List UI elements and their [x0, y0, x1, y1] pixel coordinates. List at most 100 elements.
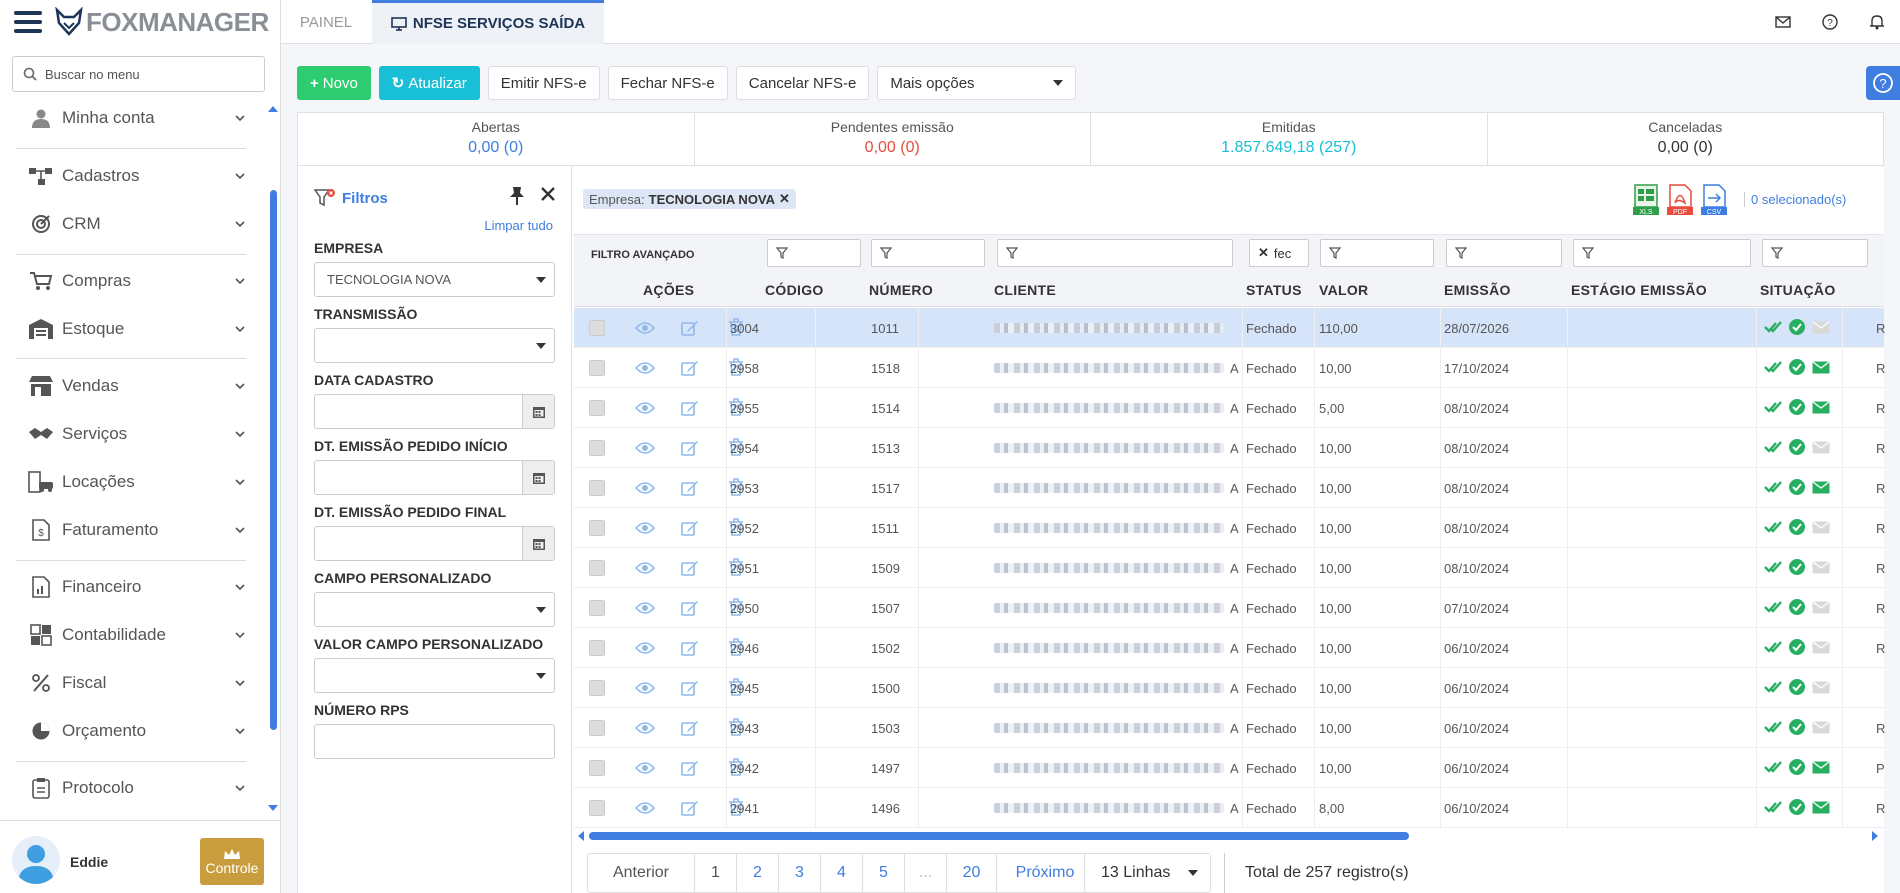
- row-checkbox[interactable]: [589, 760, 605, 776]
- view-icon[interactable]: [634, 481, 656, 498]
- pin-icon[interactable]: [508, 186, 526, 206]
- check-circle-icon[interactable]: [1788, 758, 1806, 779]
- export-pdf-icon[interactable]: PDF: [1666, 184, 1694, 216]
- page-4[interactable]: 4: [821, 854, 863, 892]
- check-circle-icon[interactable]: [1788, 438, 1806, 459]
- email-status-icon[interactable]: [1812, 320, 1830, 337]
- email-status-icon[interactable]: [1812, 480, 1830, 497]
- view-icon[interactable]: [634, 801, 656, 818]
- email-status-icon[interactable]: [1812, 520, 1830, 537]
- table-row[interactable]: 2946 1502 A Fechado 10,00 06/10/2024 R: [574, 628, 1885, 668]
- email-status-icon[interactable]: [1812, 640, 1830, 657]
- filter-emissao[interactable]: [1446, 239, 1562, 267]
- empresa-select[interactable]: TECNOLOGIA NOVA: [314, 262, 555, 297]
- tab-nfse-servicos-saida[interactable]: NFSE SERVIÇOS SAÍDA: [372, 0, 604, 44]
- check-circle-icon[interactable]: [1788, 398, 1806, 419]
- check-circle-icon[interactable]: [1788, 678, 1806, 699]
- clear-filter-icon[interactable]: ✕: [1258, 245, 1269, 261]
- view-icon[interactable]: [634, 361, 656, 378]
- scroll-left-arrow-icon[interactable]: [578, 831, 584, 841]
- table-row[interactable]: 2943 1503 A Fechado 10,00 06/10/2024 R: [574, 708, 1885, 748]
- double-check-icon[interactable]: [1764, 720, 1782, 737]
- menu-search-input[interactable]: [45, 66, 245, 82]
- check-circle-icon[interactable]: [1788, 358, 1806, 379]
- check-circle-icon[interactable]: [1788, 718, 1806, 739]
- table-row[interactable]: 2950 1507 A Fechado 10,00 07/10/2024 R: [574, 588, 1885, 628]
- filter-cliente[interactable]: [997, 239, 1233, 267]
- view-icon[interactable]: [634, 641, 656, 658]
- double-check-icon[interactable]: [1764, 760, 1782, 777]
- double-check-icon[interactable]: [1764, 360, 1782, 377]
- view-icon[interactable]: [634, 601, 656, 618]
- table-row[interactable]: 2942 1497 A Fechado 10,00 06/10/2024 P: [574, 748, 1885, 788]
- rows-per-page-select[interactable]: 13 Linhas: [1084, 853, 1211, 893]
- double-check-icon[interactable]: [1764, 560, 1782, 577]
- horizontal-scroll-thumb[interactable]: [589, 832, 1409, 840]
- view-icon[interactable]: [634, 761, 656, 778]
- help-circle-icon[interactable]: ?: [1806, 14, 1853, 30]
- pagination-next[interactable]: Próximo: [997, 854, 1093, 892]
- header-estagio-emissao[interactable]: ESTÁGIO EMISSÃO: [1571, 282, 1707, 298]
- atualizar-button[interactable]: ↻ Atualizar: [378, 66, 480, 100]
- header-codigo[interactable]: CÓDIGO: [765, 282, 824, 298]
- export-xls-icon[interactable]: XLS: [1632, 184, 1660, 216]
- double-check-icon[interactable]: [1764, 680, 1782, 697]
- row-checkbox[interactable]: [589, 720, 605, 736]
- edit-icon[interactable]: [681, 639, 699, 660]
- row-checkbox[interactable]: [589, 640, 605, 656]
- page-20[interactable]: 20: [947, 854, 997, 892]
- email-status-icon[interactable]: [1812, 440, 1830, 457]
- check-circle-icon[interactable]: [1788, 638, 1806, 659]
- table-row[interactable]: 2954 1513 A Fechado 10,00 08/10/2024 R: [574, 428, 1885, 468]
- filter-numero[interactable]: [871, 239, 985, 267]
- menu-search[interactable]: [12, 56, 265, 92]
- header-emissao[interactable]: EMISSÃO: [1444, 282, 1511, 298]
- sidebar-item-estoque[interactable]: Estoque: [28, 314, 246, 344]
- sidebar-scroll-thumb[interactable]: [270, 190, 277, 730]
- edit-icon[interactable]: [681, 799, 699, 820]
- header-cliente[interactable]: CLIENTE: [994, 282, 1056, 298]
- check-circle-icon[interactable]: [1788, 318, 1806, 339]
- sidebar-item-minha-conta[interactable]: Minha conta: [28, 103, 246, 133]
- pagination-prev[interactable]: Anterior: [588, 854, 695, 892]
- fechar-nfse-button[interactable]: Fechar NFS-e: [607, 66, 728, 100]
- filter-status[interactable]: ✕ fec: [1249, 239, 1309, 267]
- calendar-icon[interactable]: [522, 461, 554, 494]
- hamburger-menu-icon[interactable]: [14, 11, 42, 33]
- view-icon[interactable]: [634, 321, 656, 338]
- summary-abertas[interactable]: Abertas 0,00 (0): [298, 113, 695, 165]
- novo-button[interactable]: + Novo: [297, 66, 371, 100]
- table-row[interactable]: 2952 1511 A Fechado 10,00 08/10/2024 R: [574, 508, 1885, 548]
- edit-icon[interactable]: [681, 359, 699, 380]
- email-status-icon[interactable]: [1812, 600, 1830, 617]
- mais-opcoes-select[interactable]: Mais opções: [877, 66, 1077, 100]
- double-check-icon[interactable]: [1764, 640, 1782, 657]
- controle-button[interactable]: Controle: [200, 838, 264, 885]
- check-circle-icon[interactable]: [1788, 798, 1806, 819]
- row-checkbox[interactable]: [589, 680, 605, 696]
- header-valor[interactable]: VALOR: [1319, 282, 1368, 298]
- view-icon[interactable]: [634, 441, 656, 458]
- help-button[interactable]: ?: [1866, 66, 1900, 100]
- edit-icon[interactable]: [681, 599, 699, 620]
- page-2[interactable]: 2: [737, 854, 779, 892]
- table-row[interactable]: 2953 1517 A Fechado 10,00 08/10/2024 R: [574, 468, 1885, 508]
- filter-codigo[interactable]: [767, 239, 861, 267]
- sidebar-scrollbar[interactable]: [268, 100, 278, 811]
- close-icon[interactable]: [541, 187, 555, 201]
- sidebar-item-cadastros[interactable]: Cadastros: [28, 161, 246, 191]
- edit-icon[interactable]: [681, 319, 699, 340]
- avatar[interactable]: [12, 836, 60, 884]
- double-check-icon[interactable]: [1764, 520, 1782, 537]
- emitir-nfse-button[interactable]: Emitir NFS-e: [487, 66, 600, 100]
- logo[interactable]: FOXMANAGER: [54, 7, 269, 38]
- email-status-icon[interactable]: [1812, 760, 1830, 777]
- sidebar-item-protocolo[interactable]: Protocolo: [28, 773, 246, 803]
- edit-icon[interactable]: [681, 439, 699, 460]
- sidebar-item-faturamento[interactable]: $ Faturamento: [28, 515, 246, 545]
- filter-estagio[interactable]: [1573, 239, 1751, 267]
- view-icon[interactable]: [634, 681, 656, 698]
- edit-icon[interactable]: [681, 399, 699, 420]
- double-check-icon[interactable]: [1764, 440, 1782, 457]
- export-csv-icon[interactable]: CSV: [1700, 184, 1728, 216]
